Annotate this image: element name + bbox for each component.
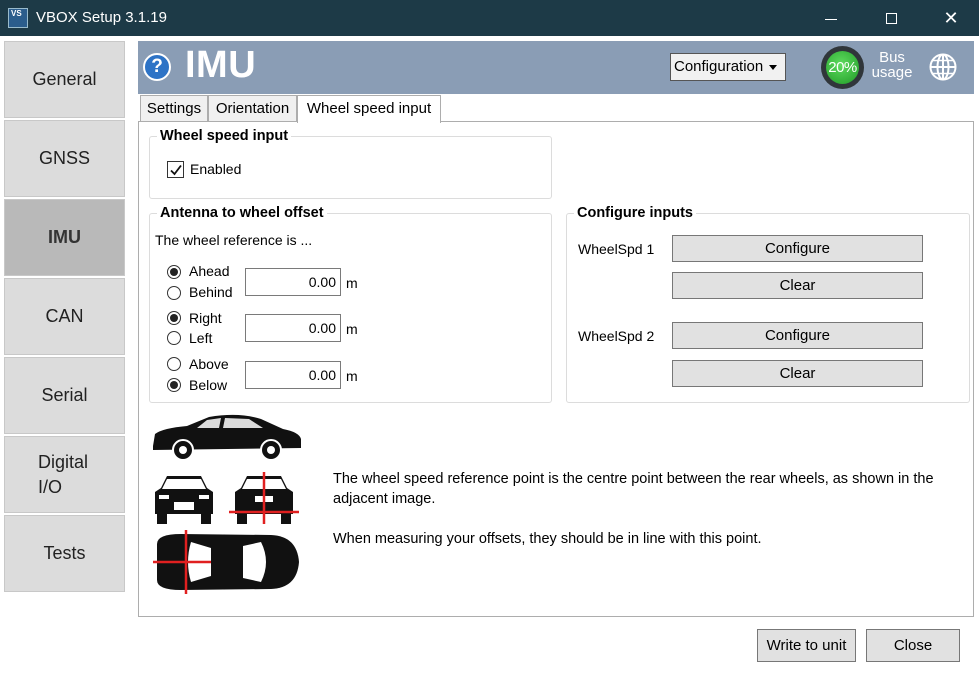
enabled-label: Enabled (190, 161, 242, 177)
configuration-dropdown-value: Configuration (674, 58, 764, 75)
configuration-dropdown[interactable]: Configuration (670, 53, 786, 81)
radio-ahead-label: Ahead (189, 263, 230, 279)
car-side-view-icon (153, 414, 301, 461)
app-icon: VS (8, 8, 28, 28)
unit-label: m (346, 321, 358, 337)
radio-right-label: Right (189, 310, 222, 326)
bus-usage-label: Bus usage (870, 50, 914, 80)
globe-icon[interactable] (928, 52, 958, 82)
bus-label-line-2: usage (871, 64, 913, 81)
maximize-button[interactable] (866, 0, 916, 36)
wheelspd-2-configure-button[interactable]: Configure (672, 322, 923, 349)
write-to-unit-button[interactable]: Write to unit (757, 629, 856, 662)
minimize-button[interactable] (806, 0, 856, 36)
unit-label: m (346, 368, 358, 384)
group-title: Configure inputs (574, 205, 696, 221)
radio-below-label: Below (189, 377, 228, 393)
unit-label: m (346, 275, 358, 291)
tab-wheel-speed-input[interactable]: Wheel speed input (297, 95, 441, 123)
car-top-view-icon (153, 530, 299, 594)
radio-above-label: Above (189, 356, 229, 372)
sidebar-item-label: I/O (38, 476, 63, 497)
sidebar-item-general[interactable]: General (4, 41, 125, 118)
enabled-checkbox[interactable] (167, 161, 184, 178)
wheel-speed-panel: Wheel speed input Enabled Antenna to whe… (138, 121, 974, 617)
wheel-reference-label: The wheel reference is ... (155, 232, 313, 248)
radio-behind-label: Behind (189, 284, 233, 300)
wheel-speed-input-group: Wheel speed input Enabled (149, 128, 552, 199)
checkmark-icon (170, 164, 182, 176)
sidebar-item-serial[interactable]: Serial (4, 357, 125, 434)
close-icon: ✕ (943, 7, 959, 28)
wheelspd-1-clear-button[interactable]: Clear (672, 272, 923, 299)
window-title: VBOX Setup 3.1.19 (36, 9, 167, 26)
chevron-down-icon (769, 65, 777, 70)
close-button[interactable]: Close (866, 629, 960, 662)
radio-left[interactable] (167, 331, 181, 345)
ahead-behind-offset-input[interactable]: 0.00 (245, 268, 341, 296)
page-header: ? IMU Configuration 20% Bus usage (138, 41, 974, 94)
help-icon[interactable]: ? (143, 53, 171, 81)
wheelspd-1-label: WheelSpd 1 (578, 241, 655, 257)
wheelspd-1-configure-button[interactable]: Configure (672, 235, 923, 262)
radio-ahead[interactable] (167, 265, 181, 279)
group-title: Wheel speed input (157, 128, 292, 144)
configure-inputs-group: Configure inputs WheelSpd 1 Configure Cl… (566, 205, 970, 403)
sidebar-item-label: Digital (38, 451, 89, 472)
measuring-offsets-description: When measuring your offsets, they should… (333, 531, 762, 547)
bus-label-line-1: Bus (879, 49, 905, 66)
wheelspd-2-label: WheelSpd 2 (578, 328, 655, 344)
sidebar-item-digital-io[interactable]: Digital I/O (4, 436, 125, 513)
page-title: IMU (185, 44, 257, 86)
reference-point-description: The wheel speed reference point is the c… (333, 471, 934, 507)
above-below-offset-input[interactable]: 0.00 (245, 361, 341, 389)
group-title: Antenna to wheel offset (157, 205, 327, 221)
sidebar-item-gnss[interactable]: GNSS (4, 120, 125, 197)
tab-settings[interactable]: Settings (140, 95, 208, 122)
bus-usage-value: 20% (826, 51, 859, 84)
tab-orientation[interactable]: Orientation (208, 95, 297, 122)
sidebar-item-can[interactable]: CAN (4, 278, 125, 355)
right-left-offset-input[interactable]: 0.00 (245, 314, 341, 342)
wheelspd-2-clear-button[interactable]: Clear (672, 360, 923, 387)
sidebar-item-tests[interactable]: Tests (4, 515, 125, 592)
radio-below[interactable] (167, 378, 181, 392)
car-front-view-icon (155, 476, 213, 524)
radio-behind[interactable] (167, 286, 181, 300)
antenna-offset-group: Antenna to wheel offset The wheel refere… (149, 205, 552, 403)
car-reference-illustration (153, 414, 301, 594)
radio-right[interactable] (167, 311, 181, 325)
radio-above[interactable] (167, 357, 181, 371)
radio-left-label: Left (189, 330, 213, 346)
close-window-button[interactable]: ✕ (926, 0, 976, 36)
car-rear-view-icon (229, 472, 299, 524)
title-bar: VS VBOX Setup 3.1.19 ✕ (0, 0, 979, 36)
minimize-icon (825, 18, 837, 20)
maximize-icon (885, 12, 897, 24)
bus-usage-gauge: 20% (821, 46, 864, 89)
sidebar-item-imu[interactable]: IMU (4, 199, 125, 276)
